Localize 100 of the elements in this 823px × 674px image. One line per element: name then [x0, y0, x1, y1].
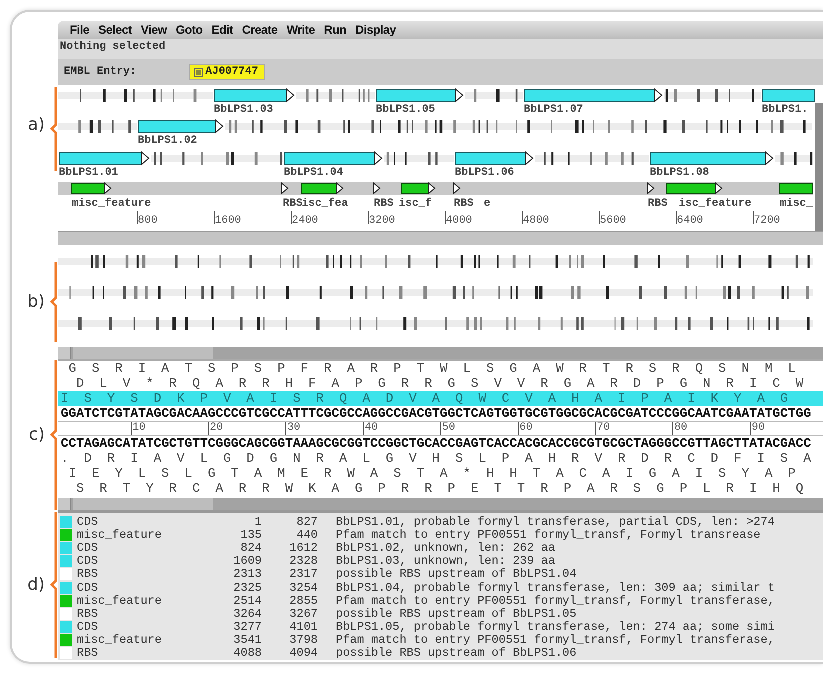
scrollbar[interactable]	[58, 498, 823, 510]
scale-label: 2400	[292, 215, 318, 227]
scale-label: 6400	[677, 215, 704, 227]
panel-label: c)	[29, 424, 45, 444]
feature-label: RBS	[374, 198, 394, 210]
feature-type: RBS	[76, 606, 100, 621]
feature-type: misc_feature	[76, 633, 163, 648]
feature-label: isc_feature	[679, 198, 752, 210]
rbs-marker	[454, 182, 461, 195]
end-position: 3267	[288, 606, 318, 621]
list-row[interactable]: RBS 2313 2317 possible RBS upstream of BbLPS1.04	[58, 568, 823, 581]
scroll-left-button[interactable]	[58, 347, 71, 359]
feature-description: Pfam match to entry PF00551 formyl_transf, Formyl transferase,	[335, 594, 775, 608]
feature-type: CDS	[76, 580, 100, 595]
end-position: 440	[296, 528, 318, 542]
feature-label: RBS	[454, 198, 474, 210]
feature-type: CDS	[76, 554, 100, 568]
entry-button[interactable]: AJ007747	[188, 64, 266, 80]
misc-feature	[779, 183, 813, 194]
feature-label: BbLPS1.	[762, 104, 808, 116]
scroll-left-button[interactable]	[58, 498, 71, 510]
feature-description: Pfam match to entry PF00551 formyl_transf, Formyl transferase,	[335, 633, 775, 648]
menu-item[interactable]: Write	[286, 23, 316, 37]
start-position: 1	[254, 514, 262, 529]
scale-label: 90	[750, 422, 766, 435]
list-row[interactable]: CDS 1609 2328 BbLPS1.03, unknown, len: 239 aa	[58, 554, 823, 568]
menu-item[interactable]: Edit	[212, 23, 234, 37]
feature-label: isc_fea	[302, 198, 348, 210]
amino-acid-row-text: . D R I A V L G D G N R A L G V H S L P A H R V R D R C D F I S A	[60, 451, 812, 466]
panel-label: b)	[28, 292, 45, 312]
feature-description: BbLPS1.02, unknown, len: 262 aa	[335, 540, 556, 555]
feature-label: BbLPS1.06	[455, 167, 514, 179]
start-position: 135	[240, 528, 262, 542]
list-row[interactable]: CDS 3277 4101 BbLPS1.05, probable formyl transferase, len: 274 aa; some simi	[58, 620, 823, 634]
list-row[interactable]: RBS 4088 4094 possible RBS upstream of BbLPS1.06	[58, 646, 823, 660]
end-position: 2328	[288, 554, 318, 568]
list-row[interactable]: misc_feature 135 440 Pfam match to entry PF00551 formyl_transf, Formyl transrease	[58, 528, 823, 542]
scale-label: 7200	[754, 215, 780, 227]
scale-label: 10	[130, 422, 146, 435]
scale-label: 800	[138, 215, 158, 227]
list-row[interactable]: CDS 824 1612 BbLPS1.02, unknown, len: 262 aa	[58, 541, 823, 555]
scale-tick	[214, 210, 216, 224]
feature-label: misc_	[780, 198, 814, 210]
scrollbar-thumb[interactable]	[73, 347, 213, 359]
checkbox-icon[interactable]	[194, 68, 203, 76]
scale-label: 30	[285, 422, 301, 435]
scrollbar-thumb[interactable]	[73, 498, 213, 510]
end-position: 2855	[288, 594, 318, 608]
panel-label: d)	[28, 575, 45, 596]
feature-type: CDS	[76, 620, 100, 634]
amino-acid-row-text: I E Y L S L G T A M E R W A S T A * H H T A C A I G A I S Y A P	[68, 466, 797, 481]
status-text: Nothing selected	[58, 39, 823, 59]
list-row[interactable]: CDS 2325 3254 BbLPS1.04, probable formyl transferase, len: 309 aa; similar t	[58, 580, 823, 594]
feature-type: misc_feature	[76, 528, 163, 542]
scale-tick	[522, 210, 524, 224]
entry-label: EMBL Entry:	[64, 66, 137, 78]
feature-description: BbLPS1.03, unknown, len: 239 aa	[335, 554, 556, 568]
end-position: 3254	[288, 580, 318, 595]
start-position: 2325	[232, 580, 262, 595]
rbs-marker	[282, 182, 289, 195]
scale-label: 60	[518, 422, 533, 435]
amino-acid-row-text: S R T Y R C A R R W K A G P R R P E T T R P A R S G P L R I H Q	[75, 481, 805, 496]
start-position: 2313	[232, 567, 262, 582]
list-row[interactable]: CDS 1 827 BbLPS1.01, probable formyl transferase, partial CDS, len: >274	[58, 515, 823, 528]
end-position: 2317	[288, 567, 318, 582]
feature-type: RBS	[76, 567, 100, 582]
feature-description: BbLPS1.05, probable formyl transferase, len: 274 aa; some simi	[335, 620, 775, 634]
list-row[interactable]: RBS 3264 3267 possible RBS upstream of BbLPS1.05	[58, 607, 823, 620]
menu-item[interactable]: Create	[242, 23, 278, 37]
menu-item[interactable]: Select	[98, 23, 132, 37]
list-row[interactable]: misc_feature 2514 2855 Pfam match to entry PF00551 formyl_transf, Formyl transferase,	[58, 594, 823, 608]
scale-label: 4800	[523, 215, 550, 227]
rbs-marker	[374, 182, 381, 195]
scale-label: 80	[672, 422, 688, 435]
scale-label: 4000	[446, 215, 472, 227]
menu-item[interactable]: File	[70, 23, 90, 37]
menu-item[interactable]: Goto	[176, 23, 203, 37]
feature-description: BbLPS1.01, probable formyl transferase, partial CDS, len: >274	[335, 514, 775, 529]
scale-label: 1600	[215, 215, 242, 227]
list-row[interactable]: misc_feature 3541 3798 Pfam match to entry PF00551 formyl_transf, Formyl transferase,	[58, 634, 823, 647]
feature-type: CDS	[76, 540, 100, 555]
feature-label: BbLPS1.05	[376, 104, 436, 116]
scale-label: 40	[362, 422, 378, 435]
scale-label: 50	[440, 422, 456, 435]
feature-label: isc_f	[399, 198, 432, 210]
scrollbar[interactable]	[58, 347, 823, 359]
menu-item[interactable]: Display	[356, 23, 396, 37]
feature-label: RBS	[283, 198, 303, 210]
start-position: 3541	[232, 633, 262, 648]
end-position: 4101	[288, 620, 318, 634]
menu-item[interactable]: Run	[324, 23, 347, 37]
feature-description: possible RBS upstream of BbLPS1.05	[335, 606, 577, 621]
end-position: 827	[296, 514, 318, 529]
feature-description: BbLPS1.04, probable formyl transferase, len: 309 aa; similar t	[335, 580, 775, 595]
menu-item[interactable]: View	[141, 23, 167, 37]
feature-type: misc_feature	[76, 594, 163, 608]
misc-feature	[666, 182, 723, 195]
feature-label: BbLPS1.01	[59, 167, 118, 179]
scale-label: 20	[208, 422, 224, 435]
end-position: 3798	[288, 633, 318, 648]
